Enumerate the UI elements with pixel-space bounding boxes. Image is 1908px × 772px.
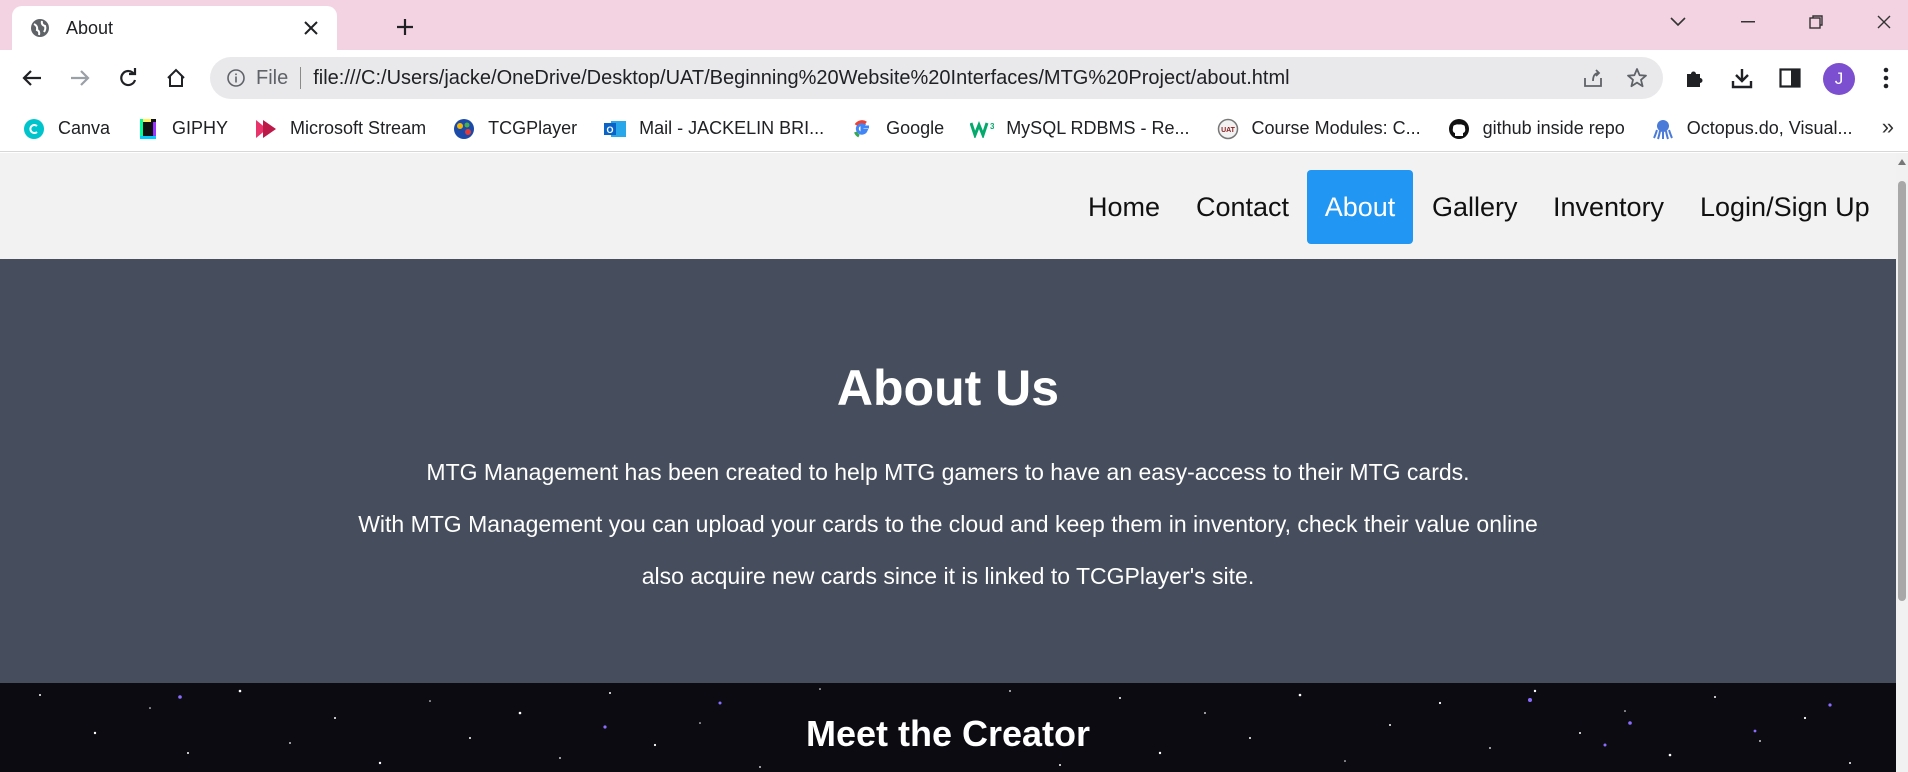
reload-button[interactable] bbox=[110, 60, 146, 96]
bookmark-canva[interactable]: Canva bbox=[22, 112, 110, 146]
svg-text:UAT: UAT bbox=[1221, 127, 1236, 134]
browser-tab[interactable]: About bbox=[12, 6, 337, 50]
close-icon[interactable] bbox=[299, 16, 323, 40]
bookmarks-bar: Canva GIPHY Microsoft Stream TCGPlayer O… bbox=[0, 106, 1908, 152]
nav-contact[interactable]: Contact bbox=[1178, 170, 1307, 244]
star-icon[interactable] bbox=[1619, 60, 1655, 96]
address-bar[interactable]: File file:///C:/Users/jacke/OneDrive/Des… bbox=[210, 57, 1663, 99]
restore-button[interactable] bbox=[1798, 8, 1834, 36]
github-icon bbox=[1447, 117, 1471, 141]
tab-title: About bbox=[66, 17, 114, 38]
info-icon[interactable] bbox=[224, 66, 248, 90]
outlook-icon: O bbox=[603, 117, 627, 141]
bookmarks-overflow-button[interactable]: » bbox=[1882, 114, 1894, 140]
scroll-up-arrow-icon[interactable] bbox=[1898, 159, 1906, 165]
bookmark-label: Course Modules: C... bbox=[1251, 118, 1421, 138]
svg-text:O: O bbox=[607, 125, 614, 135]
about-line-2: With MTG Management you can upload your … bbox=[358, 511, 1538, 537]
side-panel-icon[interactable] bbox=[1772, 60, 1808, 96]
extensions-icon[interactable] bbox=[1676, 60, 1712, 96]
bookmark-label: GIPHY bbox=[172, 118, 229, 138]
bookmark-label: Canva bbox=[58, 118, 111, 138]
bookmark-microsoft-stream[interactable]: Microsoft Stream bbox=[254, 112, 426, 146]
bookmark-label: github inside repo bbox=[1482, 118, 1625, 138]
home-button[interactable] bbox=[158, 60, 194, 96]
globe-icon bbox=[30, 18, 50, 38]
site-navbar: Home Contact About Gallery Inventory Log… bbox=[0, 153, 1896, 259]
nav-inventory[interactable]: Inventory bbox=[1535, 170, 1682, 244]
download-icon[interactable] bbox=[1724, 60, 1760, 96]
bookmark-label: Google bbox=[886, 118, 945, 138]
creator-heading: Meet the Creator bbox=[805, 713, 1091, 754]
nav-home[interactable]: Home bbox=[1070, 170, 1178, 244]
share-icon[interactable] bbox=[1575, 60, 1611, 96]
bookmark-label: Microsoft Stream bbox=[290, 118, 427, 138]
bookmark-github[interactable]: github inside repo bbox=[1447, 112, 1625, 146]
bookmark-label: TCGPlayer bbox=[488, 118, 578, 138]
browser-toolbar: File file:///C:/Users/jacke/OneDrive/Des… bbox=[0, 50, 1908, 106]
bookmark-google[interactable]: Google bbox=[850, 112, 944, 146]
canva-icon bbox=[22, 117, 46, 141]
bookmark-label: Octopus.do, Visual... bbox=[1686, 118, 1853, 138]
bookmark-label: MySQL RDBMS - Re... bbox=[1006, 118, 1190, 138]
giphy-icon bbox=[136, 117, 160, 141]
tab-search-icon[interactable] bbox=[1660, 8, 1696, 36]
bookmark-giphy[interactable]: GIPHY bbox=[136, 112, 228, 146]
minimize-button[interactable] bbox=[1730, 8, 1766, 36]
bookmark-label: Mail - JACKELIN BRI... bbox=[639, 118, 825, 138]
bookmark-course-modules[interactable]: UAT Course Modules: C... bbox=[1216, 112, 1421, 146]
about-line-1: MTG Management has been created to help … bbox=[426, 459, 1470, 485]
nav-gallery[interactable]: Gallery bbox=[1414, 170, 1536, 244]
nav-about[interactable]: About bbox=[1307, 170, 1413, 244]
stream-icon bbox=[254, 117, 278, 141]
google-icon bbox=[850, 117, 874, 141]
nav-login-signup[interactable]: Login/Sign Up bbox=[1682, 170, 1888, 244]
w3-icon: 3 bbox=[970, 117, 994, 141]
page-viewport: Home Contact About Gallery Inventory Log… bbox=[0, 153, 1908, 772]
octopus-icon bbox=[1651, 117, 1675, 141]
divider bbox=[300, 67, 302, 89]
bookmark-mail[interactable]: O Mail - JACKELIN BRI... bbox=[603, 112, 824, 146]
page-title: About Us bbox=[836, 360, 1060, 416]
url-text[interactable]: file:///C:/Users/jacke/OneDrive/Desktop/… bbox=[313, 67, 1575, 90]
scroll-thumb[interactable] bbox=[1898, 181, 1906, 601]
scrollbar[interactable] bbox=[1896, 153, 1908, 772]
window-close-button[interactable] bbox=[1866, 8, 1902, 36]
forward-button[interactable] bbox=[62, 60, 98, 96]
creator-section: Meet the Creator bbox=[0, 683, 1896, 772]
tab-strip: About bbox=[0, 0, 1908, 50]
back-button[interactable] bbox=[14, 60, 50, 96]
about-section: About Us MTG Management has been created… bbox=[0, 259, 1896, 683]
course-icon: UAT bbox=[1216, 117, 1240, 141]
bookmark-octopus[interactable]: Octopus.do, Visual... bbox=[1651, 112, 1853, 146]
bookmark-tcgplayer[interactable]: TCGPlayer bbox=[452, 112, 577, 146]
menu-icon[interactable] bbox=[1868, 60, 1904, 96]
tcgplayer-icon bbox=[452, 117, 476, 141]
avatar[interactable]: J bbox=[1823, 63, 1855, 95]
about-line-3: also acquire new cards since it is linke… bbox=[641, 563, 1255, 589]
scheme-label: File bbox=[256, 66, 289, 89]
svg-text:3: 3 bbox=[990, 122, 994, 131]
new-tab-button[interactable] bbox=[390, 12, 420, 42]
bookmark-mysql[interactable]: 3 MySQL RDBMS - Re... bbox=[970, 112, 1190, 146]
